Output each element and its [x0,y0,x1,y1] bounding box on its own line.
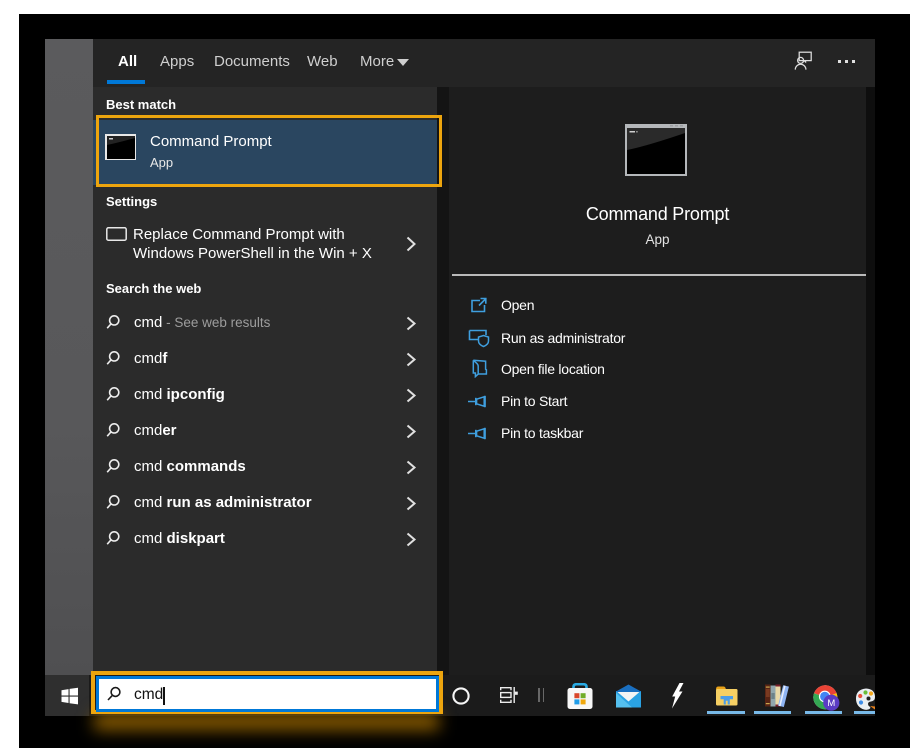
svg-text:M: M [827,698,835,709]
